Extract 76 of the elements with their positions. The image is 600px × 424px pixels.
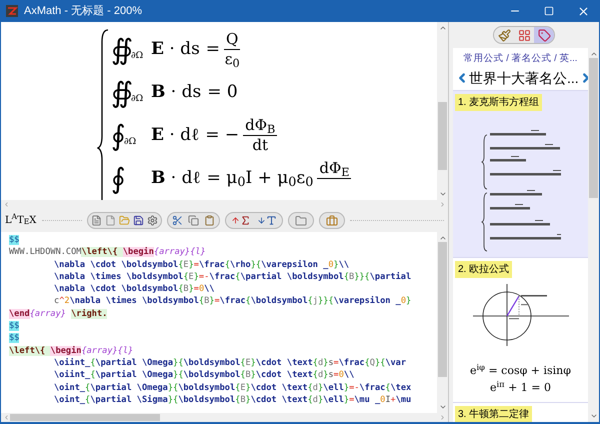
briefcase-icon[interactable]	[326, 214, 338, 226]
formula-section[interactable]: 3. 牛顿第二定律	[453, 402, 588, 422]
scroll-down-icon[interactable]	[438, 403, 446, 411]
panel-tab[interactable]	[514, 27, 534, 43]
folder-icon[interactable]	[295, 214, 307, 226]
fraction: Q ε$_{0}$	[224, 30, 240, 69]
grid-icon	[518, 28, 530, 42]
equation-left-side: B · dℓ	[151, 166, 201, 190]
equation-left-side: B · ds	[151, 80, 202, 104]
scroll-up-icon[interactable]	[438, 24, 446, 32]
scroll-left-icon[interactable]	[3, 414, 10, 421]
scroll-left-icon[interactable]	[3, 201, 10, 208]
code-line: WWW.LHDOWN.COM\left\{ \begin{array}{l}	[9, 246, 206, 259]
paste-icon[interactable]	[204, 215, 215, 226]
window-title: AxMath - 无标题 - 200%	[24, 4, 142, 19]
integral-subscript: ∂Ω	[131, 51, 144, 61]
integral-sign: ∯	[111, 36, 133, 64]
formula: e$^{iφ}$ = cosφ + isinφ	[470, 362, 571, 380]
formula: e$^{iπ}$ + 1 = 0	[490, 379, 551, 396]
code-line: \nabla \cdot \boldsymbol{B}=0\\	[53, 283, 214, 296]
category-title: 世界十大著名公...	[469, 68, 579, 88]
integral-sign: ∮	[111, 164, 126, 192]
scroll-right-icon[interactable]	[439, 414, 446, 421]
breadcrumb[interactable]: 常用公式 / 著名公式 / 英...	[453, 52, 588, 66]
section-title: 2. 欧拉公式	[455, 261, 512, 278]
scroll-down-icon[interactable]	[438, 190, 446, 198]
fraction: dΦ$_{B}$ dt	[243, 116, 278, 155]
maximize-icon	[544, 6, 554, 16]
code-line: \nabla \cdot \boldsymbol{E}=\frac{\rho}{\varepsilon _0}\\	[53, 258, 350, 271]
equation-left-side: E · ds	[151, 38, 200, 61]
integral-sign: ∮	[111, 122, 126, 150]
settings-icon[interactable]	[147, 215, 158, 226]
integral-subscript: ∂Ω	[124, 136, 136, 149]
section-title: 3. 牛顿第二定律	[455, 406, 532, 422]
code-line: \oiint_{\partial \Omega}{\boldsymbol{E}\cdot \text{d}s=\frac{Q}{\var	[53, 356, 406, 370]
scrollbar-thumb[interactable]	[438, 102, 447, 170]
scroll-up-icon[interactable]	[438, 234, 446, 242]
latex-logo: L$^{A}$T$_{E}$X	[5, 210, 37, 228]
cut-icon[interactable]	[172, 215, 183, 226]
tag-icon	[538, 28, 550, 42]
code-line: \left\{ \begin{array}{l}	[9, 344, 134, 357]
equation-right-side: = μ$_{0}$I + μ$_{0}$ε$_{0}$	[206, 166, 314, 192]
new-file-icon[interactable]	[105, 215, 116, 226]
code-line: \end{array} \right.	[9, 308, 108, 320]
code-line: \oint_{\partial \Omega}{\boldsymbol{E}\cdot \text{d}\ell}=-\frac{\tex	[53, 382, 412, 394]
equation-left-side: E · dℓ	[151, 124, 200, 147]
sigma-up-icon[interactable]	[231, 215, 251, 226]
formula-section[interactable]: 2. 欧拉公式 e$^{iφ}$ = cosφ + isinφ e$^{iπ}$ + 1 = 0	[453, 257, 588, 402]
app-logo-icon	[6, 5, 18, 17]
brush-icon	[498, 28, 510, 42]
scroll-right-icon[interactable]	[439, 201, 446, 208]
scrollbar-thumb[interactable]	[438, 242, 447, 377]
panel-tab[interactable]	[534, 27, 554, 43]
fraction: dΦ$_{E}$	[317, 159, 352, 179]
scrollbar-thumb[interactable]	[589, 58, 598, 198]
code-line: c^2\nabla \times \boldsymbol{B}=\frac{\boldsymbol{j}}{\varepsilon _0}	[53, 295, 412, 308]
equation-right-side: =	[206, 38, 220, 61]
close-icon	[576, 4, 590, 18]
formula-section[interactable]: 1. 麦克斯韦方程组	[453, 90, 588, 258]
integral-subscript: ∂Ω	[131, 94, 144, 104]
code-line: \oiint_{\partial \Omega}{\boldsymbol{B}\cdot \text{d}s=0\\	[53, 369, 354, 382]
save-icon[interactable]	[133, 215, 144, 226]
section-title: 1. 麦克斯韦方程组	[455, 94, 542, 112]
integral-sign: ∯	[111, 78, 133, 106]
equation-right-side: = −	[205, 124, 240, 147]
code-line: \oint_{\partial \Sigma}{\boldsymbol{B}\cdot \text{d}\ell}=\mu _0I+\mu	[53, 394, 412, 406]
copy-icon[interactable]	[188, 215, 199, 226]
document-dropdown-icon[interactable]	[91, 215, 102, 226]
scroll-up-icon[interactable]	[590, 50, 598, 58]
text-down-icon[interactable]	[257, 215, 277, 226]
equation-right-side: = 0	[207, 80, 238, 104]
scroll-down-icon[interactable]	[590, 412, 598, 420]
code-line: \nabla \times \boldsymbol{E}=-\frac{\partial \boldsymbol{B}}{\partial	[53, 270, 412, 284]
scrollbar-thumb[interactable]	[10, 414, 160, 421]
panel-tab[interactable]	[494, 27, 514, 43]
scrollbar[interactable]	[437, 22, 448, 200]
